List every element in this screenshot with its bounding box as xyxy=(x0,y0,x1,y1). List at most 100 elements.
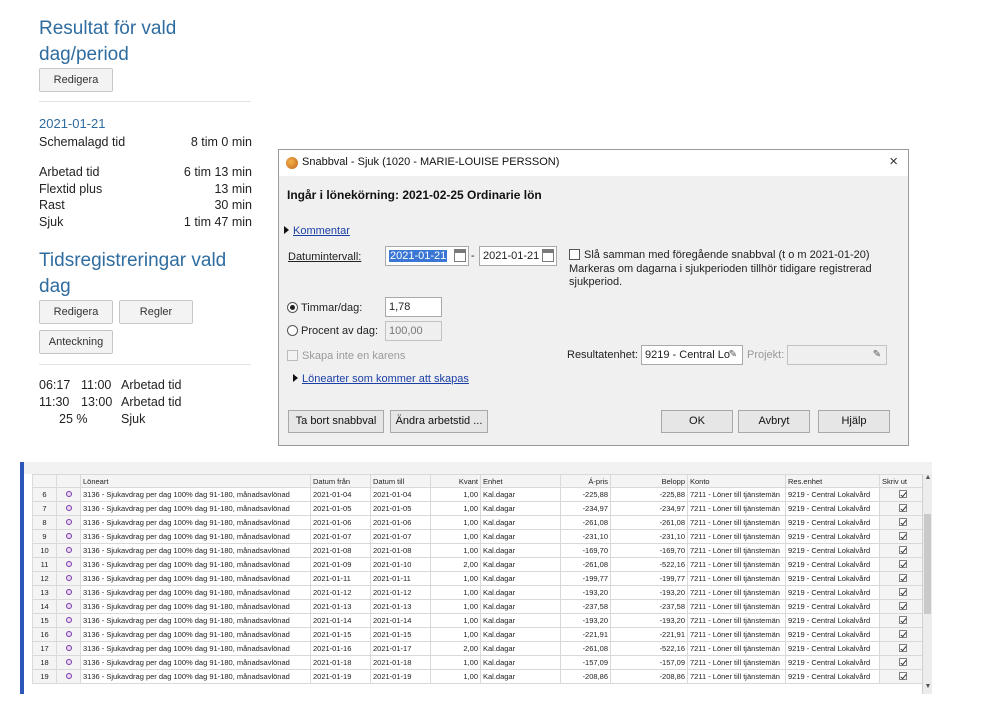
registration-entry[interactable]: 11:30 13:00 Arbetad tid xyxy=(39,394,181,411)
column-header[interactable]: Á-pris xyxy=(560,474,611,488)
cancel-button[interactable]: Avbryt xyxy=(738,410,810,433)
percent-option[interactable]: Procent av dag: xyxy=(287,325,378,337)
rules-button[interactable]: Regler xyxy=(119,300,193,324)
print-checkbox[interactable] xyxy=(898,560,907,568)
table-row[interactable]: 19 3136 - Sjukavdrag per dag 100% dag 91-… xyxy=(32,669,926,684)
print-checkbox-cell[interactable] xyxy=(879,571,926,586)
table-row[interactable]: 6 3136 - Sjukavdrag per dag 100% dag 91-1… xyxy=(32,487,926,502)
note-button[interactable]: Anteckning xyxy=(39,330,113,354)
date-from-cell: 2021-01-06 xyxy=(310,515,371,530)
salary-types-link[interactable]: Lönearter som kommer att skapas xyxy=(302,373,469,385)
print-checkbox-cell[interactable] xyxy=(879,501,926,516)
table-row[interactable]: 16 3136 - Sjukavdrag per dag 100% dag 91-… xyxy=(32,627,926,642)
stat-label: Arbetad tid xyxy=(39,165,100,179)
hours-radio[interactable] xyxy=(287,302,298,313)
table-row[interactable]: 7 3136 - Sjukavdrag per dag 100% dag 91-1… xyxy=(32,501,926,516)
print-checkbox[interactable] xyxy=(898,546,907,554)
print-checkbox[interactable] xyxy=(898,644,907,652)
merge-option[interactable]: Slå samman med föregående snabbval (t o … xyxy=(569,249,889,262)
table-row[interactable]: 8 3136 - Sjukavdrag per dag 100% dag 91-1… xyxy=(32,515,926,530)
column-header[interactable]: Skriv ut xyxy=(879,474,926,488)
table-row[interactable]: 11 3136 - Sjukavdrag per dag 100% dag 91-… xyxy=(32,557,926,572)
print-checkbox-cell[interactable] xyxy=(879,585,926,600)
calendar-icon[interactable] xyxy=(454,249,466,262)
column-header[interactable]: Datum till xyxy=(370,474,431,488)
quantity-cell: 1,00 xyxy=(430,487,481,502)
table-row[interactable]: 17 3136 - Sjukavdrag per dag 100% dag 91-… xyxy=(32,641,926,656)
print-checkbox-cell[interactable] xyxy=(879,613,926,628)
edit-pencil-icon[interactable]: ✎ xyxy=(870,348,884,362)
print-checkbox[interactable] xyxy=(898,658,907,666)
print-checkbox-cell[interactable] xyxy=(879,529,926,544)
print-checkbox-cell[interactable] xyxy=(879,515,926,530)
print-checkbox-cell[interactable] xyxy=(879,487,926,502)
table-row[interactable]: 13 3136 - Sjukavdrag per dag 100% dag 91-… xyxy=(32,585,926,600)
column-header[interactable] xyxy=(56,474,81,488)
result-unit-cell: 9219 - Central Lokalvård xyxy=(785,557,880,572)
print-checkbox[interactable] xyxy=(898,518,907,526)
column-header[interactable]: Res.enhet xyxy=(785,474,880,488)
column-header[interactable]: Kvant xyxy=(430,474,481,488)
print-checkbox-cell[interactable] xyxy=(879,641,926,656)
column-header[interactable]: Datum från xyxy=(310,474,371,488)
calendar-icon[interactable] xyxy=(542,249,554,262)
close-icon[interactable]: × xyxy=(889,153,898,170)
percent-input[interactable]: 100,00 xyxy=(385,321,442,341)
vertical-scrollbar[interactable]: ▲ ▼ xyxy=(922,474,932,694)
project-field[interactable]: ✎ xyxy=(787,345,887,365)
table-row[interactable]: 18 3136 - Sjukavdrag per dag 100% dag 91-… xyxy=(32,655,926,670)
no-karens-option[interactable]: Skapa inte en karens xyxy=(287,350,405,362)
comment-toggle[interactable]: Kommentar xyxy=(284,225,350,237)
ok-button[interactable]: OK xyxy=(661,410,733,433)
registrations-edit-button[interactable]: Redigera xyxy=(39,300,113,324)
hours-option[interactable]: Timmar/dag: xyxy=(287,302,362,314)
registration-entry[interactable]: 06:17 11:00 Arbetad tid xyxy=(39,377,181,394)
salary-type-cell: 3136 - Sjukavdrag per dag 100% dag 91-18… xyxy=(80,585,311,600)
hours-input[interactable]: 1,78 xyxy=(385,297,442,317)
print-checkbox[interactable] xyxy=(898,588,907,596)
registration-entry[interactable]: 25 % Sjuk xyxy=(59,411,145,428)
print-checkbox[interactable] xyxy=(898,504,907,512)
table-row[interactable]: 14 3136 - Sjukavdrag per dag 100% dag 91-… xyxy=(32,599,926,614)
print-checkbox-cell[interactable] xyxy=(879,599,926,614)
help-button[interactable]: Hjälp xyxy=(818,410,890,433)
print-checkbox[interactable] xyxy=(898,532,907,540)
date-from-field[interactable]: 2021-01-21 xyxy=(385,246,469,266)
scroll-down-icon[interactable]: ▼ xyxy=(923,683,932,690)
table-row[interactable]: 10 3136 - Sjukavdrag per dag 100% dag 91-… xyxy=(32,543,926,558)
column-header[interactable]: Enhet xyxy=(480,474,561,488)
amount-cell: -193,20 xyxy=(610,585,688,600)
percent-radio[interactable] xyxy=(287,325,298,336)
print-checkbox[interactable] xyxy=(898,616,907,624)
quantity-cell: 1,00 xyxy=(430,515,481,530)
column-header[interactable] xyxy=(32,474,57,488)
result-edit-button[interactable]: Redigera xyxy=(39,68,113,92)
print-checkbox-cell[interactable] xyxy=(879,543,926,558)
print-checkbox[interactable] xyxy=(898,602,907,610)
result-unit-field[interactable]: 9219 - Central Lo ✎ xyxy=(641,345,743,365)
table-row[interactable]: 9 3136 - Sjukavdrag per dag 100% dag 91-1… xyxy=(32,529,926,544)
column-header[interactable]: Löneart xyxy=(80,474,311,488)
table-row[interactable]: 12 3136 - Sjukavdrag per dag 100% dag 91-… xyxy=(32,571,926,586)
print-checkbox[interactable] xyxy=(898,574,907,582)
merge-checkbox[interactable] xyxy=(569,249,580,260)
print-checkbox-cell[interactable] xyxy=(879,655,926,670)
print-checkbox-cell[interactable] xyxy=(879,669,926,684)
no-karens-checkbox[interactable] xyxy=(287,350,298,361)
salary-types-toggle[interactable]: Lönearter som kommer att skapas xyxy=(293,373,469,385)
change-worktime-button[interactable]: Ändra arbetstid ... xyxy=(390,410,488,433)
print-checkbox[interactable] xyxy=(898,630,907,638)
scrollbar-thumb[interactable] xyxy=(924,514,931,614)
column-header[interactable]: Belopp xyxy=(610,474,688,488)
remove-quick-choice-button[interactable]: Ta bort snabbval xyxy=(288,410,384,433)
edit-pencil-icon[interactable]: ✎ xyxy=(726,348,740,362)
column-header[interactable]: Konto xyxy=(687,474,786,488)
print-checkbox[interactable] xyxy=(898,672,907,680)
print-checkbox-cell[interactable] xyxy=(879,557,926,572)
print-checkbox[interactable] xyxy=(898,490,907,498)
scroll-up-icon[interactable]: ▲ xyxy=(923,474,932,481)
date-to-field[interactable]: 2021-01-21 xyxy=(479,246,557,266)
comment-link[interactable]: Kommentar xyxy=(293,225,350,237)
print-checkbox-cell[interactable] xyxy=(879,627,926,642)
table-row[interactable]: 15 3136 - Sjukavdrag per dag 100% dag 91-… xyxy=(32,613,926,628)
